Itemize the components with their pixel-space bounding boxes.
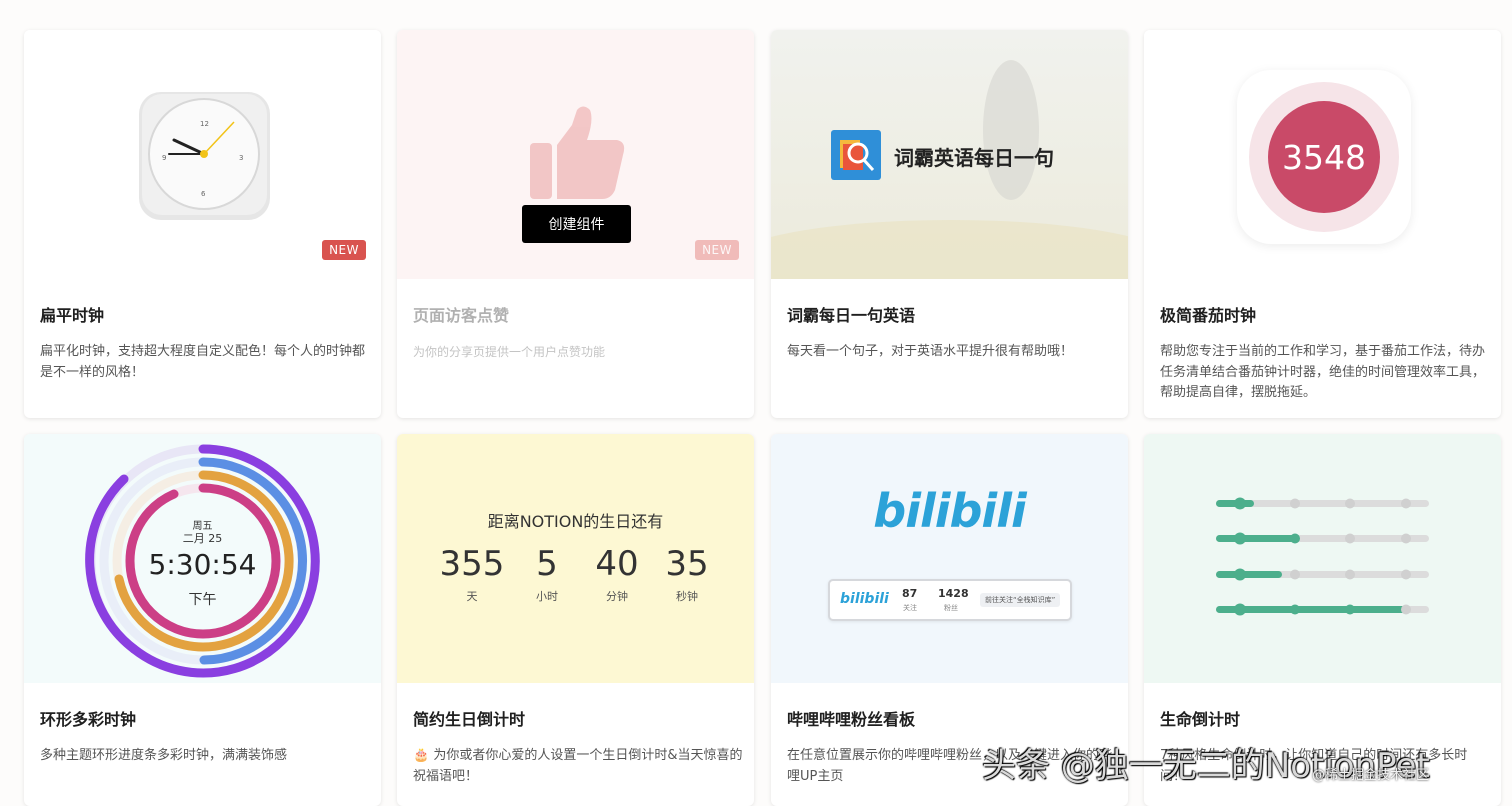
card-preview: 周五 二月 25 5:30:54 下午 [24,434,381,683]
svg-text:6: 6 [201,190,206,198]
countdown-label: 秒钟 [676,590,698,603]
countdown-value: 5 [536,544,558,584]
follow-button[interactable]: 前往关注“全栈知识库” [980,593,1061,607]
card-title: 词霸每日一句英语 [787,306,916,325]
preview-heading: 词霸英语每日一句 [894,146,1054,170]
fans-count: 1428 [938,587,969,600]
card-title: 页面访客点赞 [413,306,510,325]
svg-text:9: 9 [162,154,166,162]
watermark-juejin: @稀土掘金技术社区 [1312,768,1430,783]
pomodoro-number: 3548 [1282,137,1366,177]
widget-card-pomodoro[interactable]: 3548 极简番茄时钟 帮助您专注于当前的工作和学习，基于番茄工作法，待办任务清… [1144,30,1501,418]
card-title: 扁平时钟 [40,306,105,325]
countdown-unit: 5 小时 [517,544,577,604]
card-description: 🎂 为你或者你心爱的人设置一个生日倒计时&当天惊喜的祝福语吧！ [413,748,743,784]
create-widget-button[interactable]: 创建组件 [522,205,631,243]
follow-count: 87 [902,587,918,600]
widget-card-flat-clock[interactable]: 12 3 6 9 NEW 扁平时钟 扁平化时钟，支持超大程度自定义配色！每个人的… [24,30,381,418]
card-title: 哔哩哔哩粉丝看板 [787,710,916,729]
card-description: 多种主题环形进度条多彩时钟，满满装饰感 [40,748,288,763]
card-description: 为你的分享页提供一个用户点赞功能 [413,345,606,359]
new-badge: NEW [322,240,366,260]
card-title: 极简番茄时钟 [1160,306,1257,325]
card-preview: 词霸英语每日一句 [771,30,1128,279]
bilibili-small-logo: bilibili [840,591,889,607]
clock-ampm: 下午 [188,592,217,608]
clock-time: 5:30:54 [148,548,257,581]
countdown-row: 355 天 5 小时 40 分钟 35 秒钟 [437,544,717,604]
svg-text:12: 12 [200,120,209,128]
card-title: 简约生日倒计时 [413,710,526,729]
card-description: 帮助您专注于当前的工作和学习，基于番茄工作法，待办任务清单结合番茄钟计时器，绝佳… [1160,344,1486,400]
card-preview: bilibili bilibili 87 关注 1428 粉丝 前往关注“全栈知… [771,434,1128,683]
new-badge: NEW [695,240,739,260]
countdown-value: 35 [665,544,709,584]
countdown-unit: 355 天 [437,544,507,604]
svg-text:3: 3 [239,154,243,162]
progress-bars-graphic [1216,497,1429,616]
card-description: 每天看一个句子，对于英语水平提升很有帮助哦！ [787,344,1074,359]
widget-card-birthday-countdown[interactable]: 距离NOTION的生日还有 355 天 5 小时 40 分钟 35 秒钟 简约生… [397,434,754,806]
bilibili-logo: bilibili [873,484,1026,538]
countdown-label: 天 [466,590,478,603]
countdown-label: 分钟 [606,590,628,603]
countdown-heading: 距离NOTION的生日还有 [487,512,664,531]
card-description: 扁平化时钟，支持超大程度自定义配色！每个人的时钟都是不一样的风格！ [40,344,366,380]
countdown-unit: 40 分钟 [587,544,647,604]
card-title: 环形多彩时钟 [40,710,137,729]
widget-grid: 12 3 6 9 NEW 扁平时钟 扁平化时钟，支持超大程度自定义配色！每个人的… [0,0,1512,806]
bilibili-fans-board: bilibili 87 关注 1428 粉丝 前往关注“全栈知识库” [828,579,1072,621]
iciba-logo-icon [831,130,881,180]
card-preview: 距离NOTION的生日还有 355 天 5 小时 40 分钟 35 秒钟 [397,434,754,683]
card-title: 生命倒计时 [1160,710,1241,729]
follow-label: 关注 [903,604,917,612]
widget-card-ring-clock[interactable]: 周五 二月 25 5:30:54 下午 环形多彩时钟 多种主题环形进度条多彩时钟… [24,434,381,806]
countdown-value: 355 [439,544,505,584]
card-preview: NEW 创建组件 [397,30,754,279]
fans-label: 粉丝 [944,604,958,612]
widget-card-page-like[interactable]: NEW 创建组件 页面访客点赞 为你的分享页提供一个用户点赞功能 [397,30,754,418]
card-preview: 3548 [1144,30,1501,279]
pomodoro-app-icon: 3548 [1237,70,1411,244]
clock-date: 二月 25 [182,532,223,545]
countdown-unit: 35 秒钟 [657,544,717,604]
countdown-value: 40 [595,544,639,584]
widget-card-iciba-english[interactable]: 词霸英语每日一句 词霸每日一句英语 每天看一个句子，对于英语水平提升很有帮助哦！ [771,30,1128,418]
countdown-label: 小时 [536,590,558,603]
card-preview [1144,434,1501,683]
